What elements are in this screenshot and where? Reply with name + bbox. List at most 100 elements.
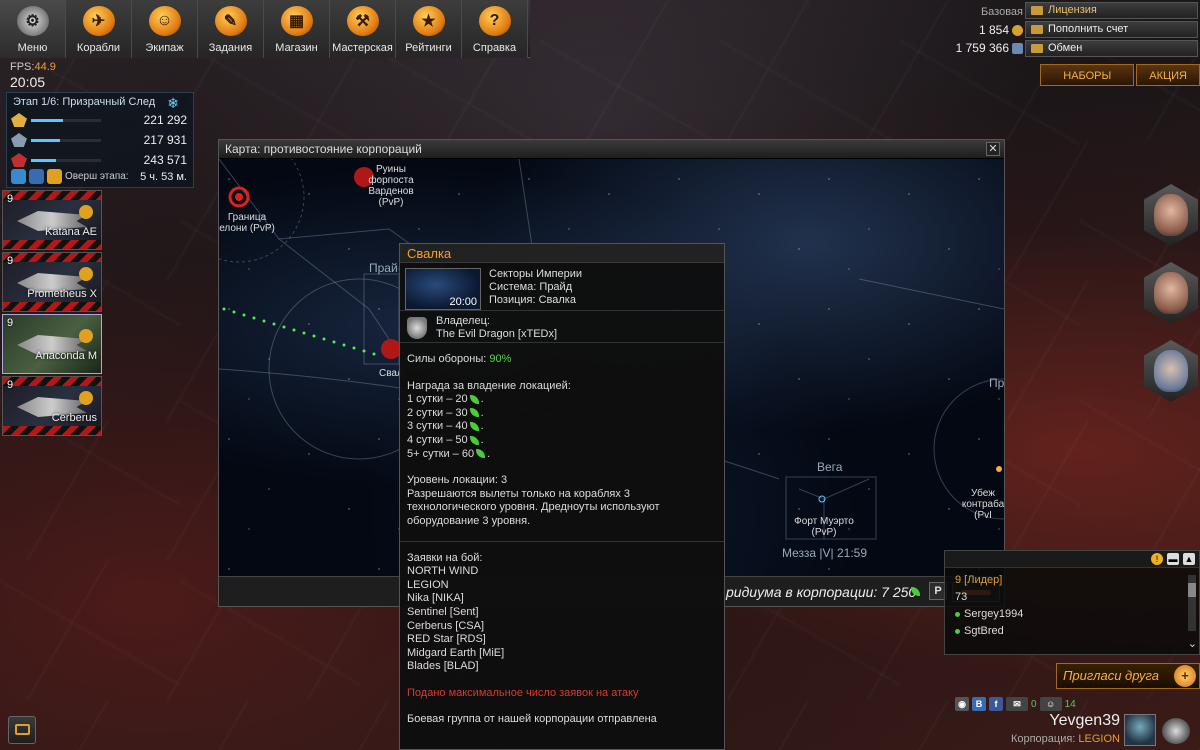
license-button[interactable]: Лицензия: [1025, 2, 1198, 19]
stage-score-row: 217 931: [7, 131, 193, 151]
map-location-border[interactable]: Граница елони (PvP): [219, 212, 275, 234]
ship-name: Prometheus X: [27, 288, 97, 300]
plus-icon: +: [1174, 665, 1196, 687]
bid-item: NORTH WIND: [407, 565, 479, 578]
gold-coin-icon: [1012, 25, 1023, 37]
ship-rank-icon: [79, 329, 93, 343]
friends-count: 14: [1064, 698, 1076, 710]
close-icon[interactable]: ✕: [986, 142, 1000, 156]
score-bar: [31, 119, 101, 122]
player-name: Yevgen39: [1049, 712, 1120, 729]
mail-icon[interactable]: ✉: [1006, 697, 1028, 711]
friends-icon[interactable]: ☺: [1039, 697, 1062, 711]
map-location-vega[interactable]: Вега: [817, 461, 842, 473]
topup-button[interactable]: Пополнить счет: [1025, 21, 1198, 38]
expand-icon[interactable]: ▲: [1183, 553, 1195, 565]
allowed-line-1: Разрешаются вылеты только на кораблях 3: [407, 487, 630, 500]
menu-item-label: Магазин: [275, 42, 318, 54]
chat-member[interactable]: 9 [Лидер]: [955, 572, 1193, 589]
menu-item-2[interactable]: ☺ Экипаж: [132, 0, 198, 58]
map-location-pro[interactable]: Про: [989, 377, 1004, 389]
map-location-ruins[interactable]: Руины форпоста Варденов (PvP): [341, 164, 441, 208]
allowed-line-3: оборудование 3 уровня.: [407, 514, 531, 527]
reward-line: 3 сутки – 40.: [407, 420, 484, 433]
menu-item-4[interactable]: ▦ Магазин: [264, 0, 330, 58]
menu-item-0[interactable]: ⚙ Меню: [0, 0, 66, 58]
ship-name: Anaconda M: [35, 350, 97, 362]
location-sector: Секторы Империи: [489, 268, 583, 280]
map-location-fort[interactable]: Форт Муэрто (PvP): [779, 516, 869, 538]
ship-level: 9: [7, 255, 14, 267]
sale-button[interactable]: АКЦИЯ: [1136, 64, 1200, 86]
bid-item: Blades [BLAD]: [407, 660, 479, 673]
skype-icon[interactable]: [11, 169, 26, 184]
credits-icon: [1012, 43, 1023, 55]
vk-icon[interactable]: B: [972, 697, 986, 711]
ship-card[interactable]: 9 Prometheus X: [2, 252, 102, 312]
map-location-messa[interactable]: Мезза |V| 21:59: [782, 547, 867, 559]
bid-item: Midgard Earth [MiE]: [407, 646, 505, 659]
minimize-icon[interactable]: ▬: [1167, 553, 1179, 565]
corp-name: LEGION: [1078, 733, 1120, 745]
location-summary: 20:00 Секторы Империи Система: Прайд Поз…: [400, 263, 724, 311]
score-value: 243 571: [143, 153, 187, 167]
menu-item-1[interactable]: ✈ Корабли: [66, 0, 132, 58]
currency-panel: Базовая 1 854 1 759 366 Лицензия Пополни…: [956, 0, 1200, 58]
chat-icon: [15, 724, 30, 735]
invite-friend-button[interactable]: Пригласи друга +: [1056, 663, 1200, 689]
chat-member[interactable]: Sergey1994: [955, 606, 1193, 623]
menu-item-6[interactable]: ★ Рейтинги: [396, 0, 462, 58]
map-location-prai[interactable]: Прай: [369, 262, 398, 274]
map-location-ubezh[interactable]: Убеж контраба (PvI: [959, 488, 1004, 521]
ship-card[interactable]: 9 Anaconda M: [2, 314, 102, 374]
menu-item-7[interactable]: ? Справка: [462, 0, 528, 58]
menu-item-label: Справка: [472, 42, 517, 54]
location-thumbnail: 20:00: [405, 268, 481, 310]
gold-balance: 1 854: [945, 22, 1023, 40]
ship-card[interactable]: 9 Cerberus: [2, 376, 102, 436]
stage-footer: Оверш этапа: 5 ч. 53 м.: [7, 169, 193, 184]
event-stage-panel[interactable]: Этап 1/6: Призрачный След ❄ 221 292 217 9…: [6, 92, 194, 188]
license-icon: [1031, 6, 1043, 15]
corp-emblem-icon: [407, 317, 427, 339]
score-bar-fill: [31, 139, 61, 142]
mail-count: 0: [1031, 698, 1037, 710]
workshop-icon: ⚒: [346, 6, 379, 36]
scrollbar-knob[interactable]: [1188, 583, 1196, 597]
alert-icon[interactable]: !: [1151, 553, 1163, 565]
chat-member[interactable]: 73: [955, 589, 1193, 606]
chevron-down-icon[interactable]: ⌄: [1188, 637, 1197, 650]
ship-card[interactable]: 9 Katana AE: [2, 190, 102, 250]
popup-title: Свалка: [400, 244, 724, 263]
chat-scrollbar[interactable]: [1188, 575, 1196, 631]
crew-icon: ☺: [148, 6, 181, 36]
menu-item-label: Экипаж: [145, 42, 184, 54]
settings-icon[interactable]: [47, 169, 62, 184]
ships-icon: ✈: [82, 6, 115, 36]
corp-emblem-icon[interactable]: [1162, 718, 1190, 744]
camera-icon[interactable]: ◉: [955, 697, 969, 711]
bid-item: Sentinel [Sent]: [407, 605, 479, 618]
menu-item-3[interactable]: ✎ Задания: [198, 0, 264, 58]
score-bar: [31, 139, 101, 142]
exchange-button[interactable]: Обмен: [1025, 40, 1198, 57]
menu-item-5[interactable]: ⚒ Мастерская: [330, 0, 396, 58]
help-icon: ?: [478, 6, 511, 36]
owner-section: Владелец: The Evil Dragon [xTEDx]: [400, 311, 724, 343]
chat-member[interactable]: SgtBred: [955, 623, 1193, 640]
avatar[interactable]: [1124, 714, 1156, 746]
social-bar: ◉ B f ✉ 0 ☺ 14: [955, 697, 1076, 711]
avatar: [1154, 272, 1188, 314]
chat-toggle-button[interactable]: [8, 716, 36, 744]
bundles-button[interactable]: НАБОРЫ: [1040, 64, 1135, 86]
menu-item-label: Рейтинги: [405, 42, 452, 54]
player-corp: Корпорация: LEGION: [1010, 733, 1120, 745]
location-time: 20:00: [449, 296, 477, 308]
ship-rank-icon: [79, 267, 93, 281]
reward-line: 2 сутки – 30.: [407, 406, 484, 419]
facebook-icon[interactable]: f: [989, 697, 1003, 711]
group-sent-note: Боевая группа от нашей корпорации отправ…: [407, 713, 657, 726]
corp-iridium-total: ридиума в корпорации: 7 250: [726, 584, 917, 600]
ship-level: 9: [7, 193, 14, 205]
rss-icon[interactable]: [29, 169, 44, 184]
